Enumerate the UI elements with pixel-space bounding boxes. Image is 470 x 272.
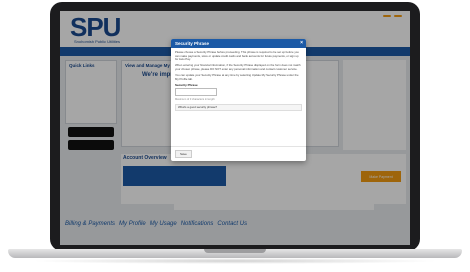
modal-paragraph-3: You can update your Security Phrase at a… xyxy=(175,72,299,81)
laptop-notch xyxy=(204,249,266,253)
modal-header: Security Phrase × xyxy=(171,39,306,48)
faq-expander[interactable]: What's a good security phrase? xyxy=(175,103,302,112)
modal-paragraph-2: When entering your financial information… xyxy=(175,63,301,71)
modal-body: Please choose a Security Phrase before p… xyxy=(171,48,306,114)
laptop-screen: SPU Snohomish Public Utilities Quick Lin… xyxy=(60,11,410,245)
modal-title: Security Phrase xyxy=(175,41,210,46)
modal-footer: Save xyxy=(171,146,306,161)
close-icon[interactable]: × xyxy=(300,40,303,46)
modal-paragraph-1: Please choose a Security Phrase before p… xyxy=(175,50,299,62)
security-phrase-label: Security Phrase xyxy=(175,82,198,87)
save-button[interactable]: Save xyxy=(175,150,192,158)
laptop-shadow xyxy=(30,258,440,264)
security-phrase-modal: Security Phrase × Please choose a Securi… xyxy=(171,39,306,161)
security-phrase-input[interactable] xyxy=(175,88,217,97)
security-phrase-hint: Maximum of 3 characters in length xyxy=(175,98,215,102)
